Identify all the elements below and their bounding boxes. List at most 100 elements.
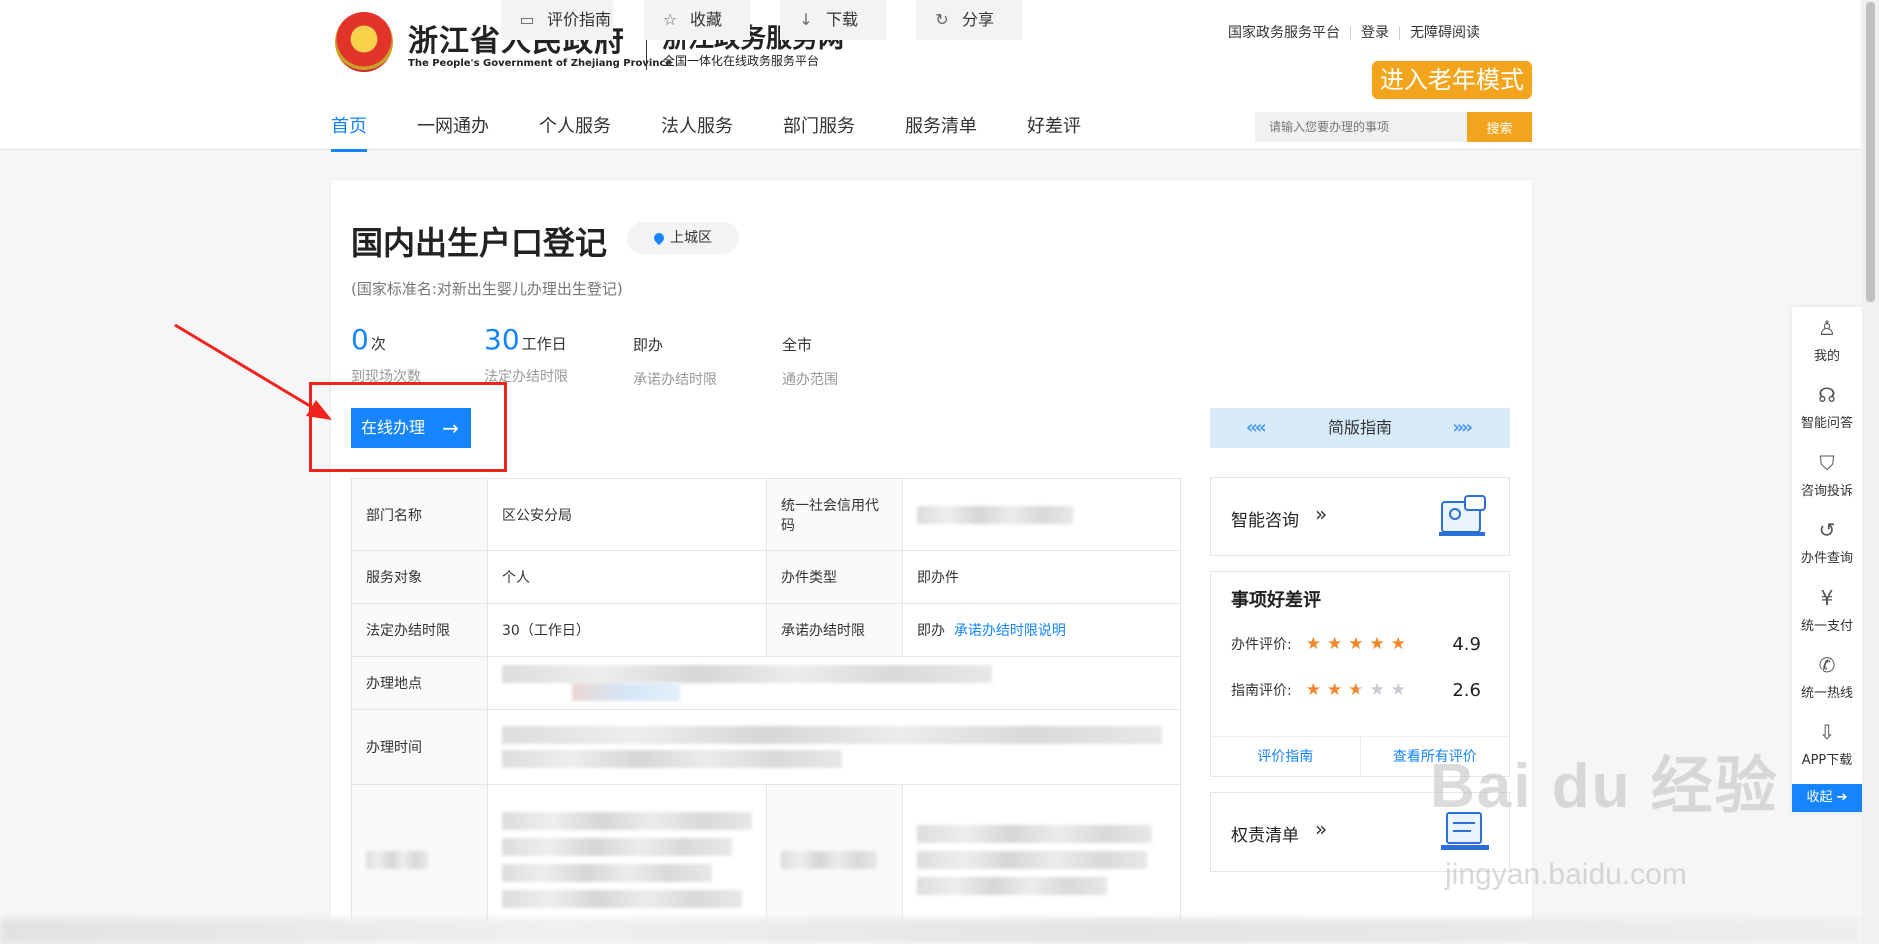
stat-legal-limit: 30 工作日 法定办结时限 bbox=[484, 323, 568, 386]
sidebar-item-complaint[interactable]: ⛉ 咨询投诉 bbox=[1792, 452, 1862, 499]
redacted-text bbox=[502, 750, 842, 768]
sidebar-item-mine[interactable]: ♙ 我的 bbox=[1792, 317, 1862, 364]
target-value: 个人 bbox=[487, 550, 767, 604]
favorite-label: 收藏 bbox=[690, 10, 723, 29]
power-list-title: 权责清单 bbox=[1231, 826, 1299, 846]
redacted-map-link bbox=[572, 683, 680, 701]
national-platform-link[interactable]: 国家政务服务平台 bbox=[1218, 26, 1350, 40]
redacted-row-value-2 bbox=[902, 784, 1181, 935]
table-row: 部门名称 区公安分局 统一社会信用代码 bbox=[351, 478, 1181, 551]
history-icon: ↺ bbox=[1818, 518, 1836, 542]
sidebar-item-label: 统一支付 bbox=[1800, 619, 1853, 634]
redacted-bottom-strip bbox=[0, 918, 1860, 944]
simple-guide-button[interactable]: ‹‹‹‹ 简版指南 ›››› bbox=[1210, 408, 1510, 448]
redacted-text bbox=[917, 505, 1073, 524]
download-icon: ↓ bbox=[799, 10, 813, 29]
login-link[interactable]: 登录 bbox=[1350, 26, 1399, 40]
redacted-text bbox=[502, 665, 992, 683]
nav-service-list[interactable]: 服务清单 bbox=[905, 112, 977, 152]
place-value-redacted bbox=[487, 656, 1181, 710]
chevrons-left-icon: ‹‹‹‹ bbox=[1246, 417, 1267, 438]
accessibility-link[interactable]: 无障碍阅读 bbox=[1399, 26, 1490, 40]
search-button[interactable]: 搜索 bbox=[1467, 112, 1532, 142]
share-button[interactable]: ↻ 分享 bbox=[916, 0, 1022, 40]
double-chevron-icon: » bbox=[1315, 817, 1328, 841]
table-row: 办理地点 bbox=[351, 656, 1181, 710]
sidebar-item-payment[interactable]: ¥ 统一支付 bbox=[1792, 587, 1862, 634]
type-value-link[interactable]: 即办件 bbox=[902, 550, 1181, 604]
nav-department[interactable]: 部门服务 bbox=[783, 112, 855, 152]
place-label: 办理地点 bbox=[351, 656, 488, 710]
sidebar-item-hotline[interactable]: ✆ 统一热线 bbox=[1792, 654, 1862, 701]
sidebar-collapse-button[interactable]: 收起 ➔ bbox=[1792, 784, 1862, 812]
redacted-text bbox=[917, 876, 1107, 895]
promise-explain-link[interactable]: 承诺办结时限说明 bbox=[954, 623, 1066, 639]
time-label: 办理时间 bbox=[351, 709, 488, 785]
nav-one-stop[interactable]: 一网通办 bbox=[417, 112, 489, 152]
double-chevron-icon: » bbox=[1315, 502, 1328, 526]
page-title: 国内出生户口登记 bbox=[351, 224, 608, 262]
stat-visits-value: 0 bbox=[351, 323, 369, 356]
location-badge[interactable]: 上城区 bbox=[627, 222, 739, 254]
page-scrollbar[interactable] bbox=[1862, 0, 1879, 944]
smart-consult-panel[interactable]: 智能咨询 » bbox=[1210, 477, 1510, 556]
download-label: 下载 bbox=[826, 10, 859, 29]
nav-rating[interactable]: 好差评 bbox=[1027, 112, 1081, 152]
elder-mode-button[interactable]: 进入老年模式 bbox=[1372, 61, 1532, 99]
favorite-button[interactable]: ☆ 收藏 bbox=[644, 0, 750, 40]
target-label: 服务对象 bbox=[351, 550, 488, 604]
stat-visits: 0次 到现场次数 bbox=[351, 323, 421, 386]
redacted-text bbox=[917, 850, 1147, 869]
search-input[interactable] bbox=[1255, 112, 1467, 142]
evaluate-guide-button[interactable]: ▭ 评价指南 bbox=[501, 0, 613, 40]
watermark-url: jingyan.baidu.com bbox=[1445, 858, 1687, 891]
redacted-text bbox=[502, 811, 752, 830]
evaluate-guide-link[interactable]: 评价指南 bbox=[1211, 737, 1361, 776]
watermark-logo: Bai du 经验 bbox=[1430, 752, 1779, 821]
share-label: 分享 bbox=[962, 10, 995, 29]
redacted-text bbox=[502, 863, 712, 882]
top-links: 国家政务服务平台 登录 无障碍阅读 bbox=[1218, 26, 1490, 40]
page: { "header": { "gov_name": "浙江省人民政府", "go… bbox=[0, 0, 1879, 944]
search-box: 搜索 bbox=[1255, 112, 1532, 142]
nav-personal[interactable]: 个人服务 bbox=[539, 112, 611, 152]
download-button[interactable]: ↓ 下载 bbox=[780, 0, 886, 40]
redacted-text bbox=[502, 726, 1162, 744]
redacted-text bbox=[917, 824, 1152, 843]
dept-value: 区公安分局 bbox=[487, 478, 767, 551]
stat-promise-label: 承诺办结时限 bbox=[633, 372, 717, 388]
stat-scope-label: 通办范围 bbox=[782, 372, 838, 388]
evaluate-guide-label: 评价指南 bbox=[547, 10, 612, 29]
stat-promise: 即办 承诺办结时限 bbox=[633, 334, 717, 389]
headset-icon: ☊ bbox=[1818, 383, 1836, 407]
stat-scope-value: 全市 bbox=[782, 336, 813, 354]
national-emblem-logo bbox=[335, 12, 393, 72]
redacted-row-label bbox=[351, 784, 488, 935]
sidebar-item-label: 办件查询 bbox=[1800, 551, 1853, 566]
stat-legal-value: 30 bbox=[484, 323, 520, 356]
stat-legal-unit: 工作日 bbox=[521, 335, 567, 353]
dept-label: 部门名称 bbox=[351, 478, 488, 551]
standard-name: (国家标准名:对新出生婴儿办理出生登记) bbox=[351, 280, 623, 298]
download-icon: ⇩ bbox=[1818, 720, 1836, 744]
table-row: 服务对象 个人 办件类型 即办件 bbox=[351, 550, 1181, 604]
scrollbar-thumb[interactable] bbox=[1866, 2, 1875, 302]
floating-sidebar: ♙ 我的 ☊ 智能问答 ⛉ 咨询投诉 ↺ 办件查询 ¥ 统一支付 ✆ 统一热线 ⇩ APP下载 bbox=[1792, 307, 1862, 812]
sidebar-item-label: 智能问答 bbox=[1800, 416, 1853, 431]
time-value-redacted bbox=[487, 709, 1181, 785]
type-label: 办件类型 bbox=[766, 550, 903, 604]
sidebar-item-case-query[interactable]: ↺ 办件查询 bbox=[1792, 519, 1862, 566]
site-subtitle: 全国一体化在线政务服务平台 bbox=[663, 54, 820, 68]
rating-title: 事项好差评 bbox=[1231, 590, 1321, 611]
sidebar-item-smart-qa[interactable]: ☊ 智能问答 bbox=[1792, 384, 1862, 431]
nav-legal-person[interactable]: 法人服务 bbox=[661, 112, 733, 152]
legal-value: 30（工作日） bbox=[487, 603, 767, 657]
sidebar-item-app-download[interactable]: ⇩ APP下载 bbox=[1792, 721, 1862, 768]
annotation-arrow bbox=[174, 323, 332, 420]
nav-home[interactable]: 首页 bbox=[331, 112, 367, 152]
case-rating-row: 办件评价: ★★★★★ 4.9 bbox=[1231, 634, 1481, 655]
redacted-row-label-2 bbox=[766, 784, 903, 935]
simple-guide-label: 简版指南 bbox=[1327, 418, 1392, 437]
redacted-row-value bbox=[487, 784, 767, 935]
table-row: 办理时间 bbox=[351, 709, 1181, 785]
